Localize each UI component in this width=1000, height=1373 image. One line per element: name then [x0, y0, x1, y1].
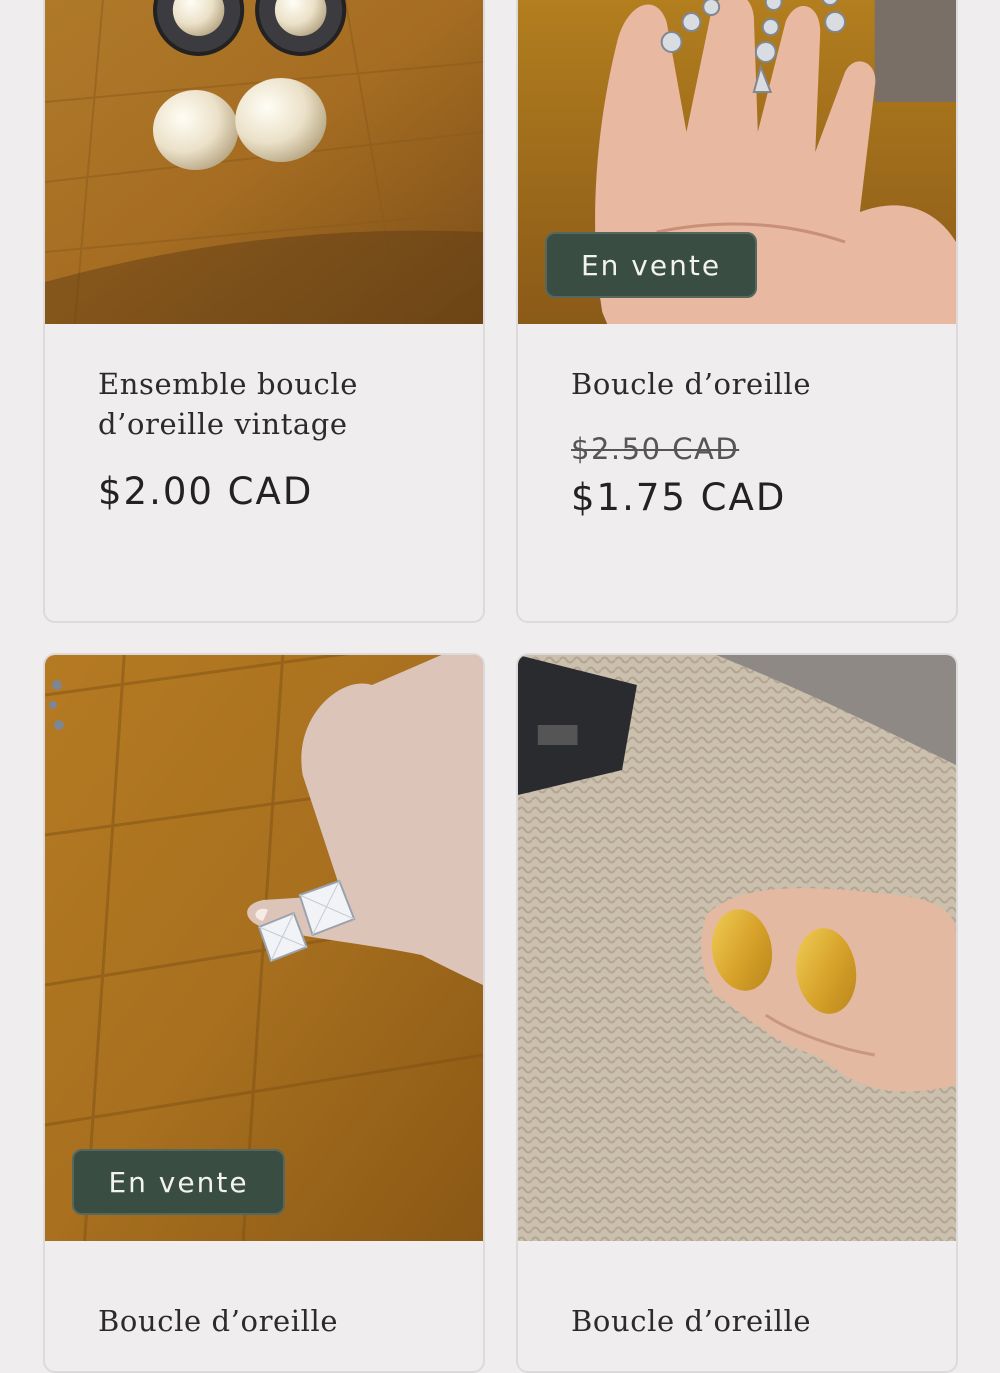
product-image-pearl-earrings[interactable]	[45, 0, 483, 324]
product-card-2[interactable]: En vente Boucle d’oreille $2.50 CAD $1.7…	[516, 0, 958, 623]
sale-badge: En vente	[72, 1149, 285, 1215]
product-card-1[interactable]: Ensemble boucle d’oreille vintage $2.00 …	[43, 0, 485, 623]
product-title[interactable]: Boucle d’oreille	[571, 1301, 926, 1341]
sale-price: $1.75 CAD	[571, 476, 787, 519]
product-title[interactable]: Boucle d’oreille	[98, 1301, 453, 1341]
product-card-4[interactable]: Boucle d’oreille	[516, 653, 958, 1373]
sale-badge: En vente	[545, 232, 757, 298]
product-title[interactable]: Ensemble boucle d’oreille vintage	[98, 364, 453, 444]
product-image-gold-earrings[interactable]	[518, 655, 956, 1241]
product-price: $2.00 CAD	[98, 470, 314, 513]
product-title[interactable]: Boucle d’oreille	[571, 364, 926, 404]
compare-at-price: $2.50 CAD	[571, 432, 740, 466]
product-card-3[interactable]: En vente Boucle d’oreille	[43, 653, 485, 1373]
